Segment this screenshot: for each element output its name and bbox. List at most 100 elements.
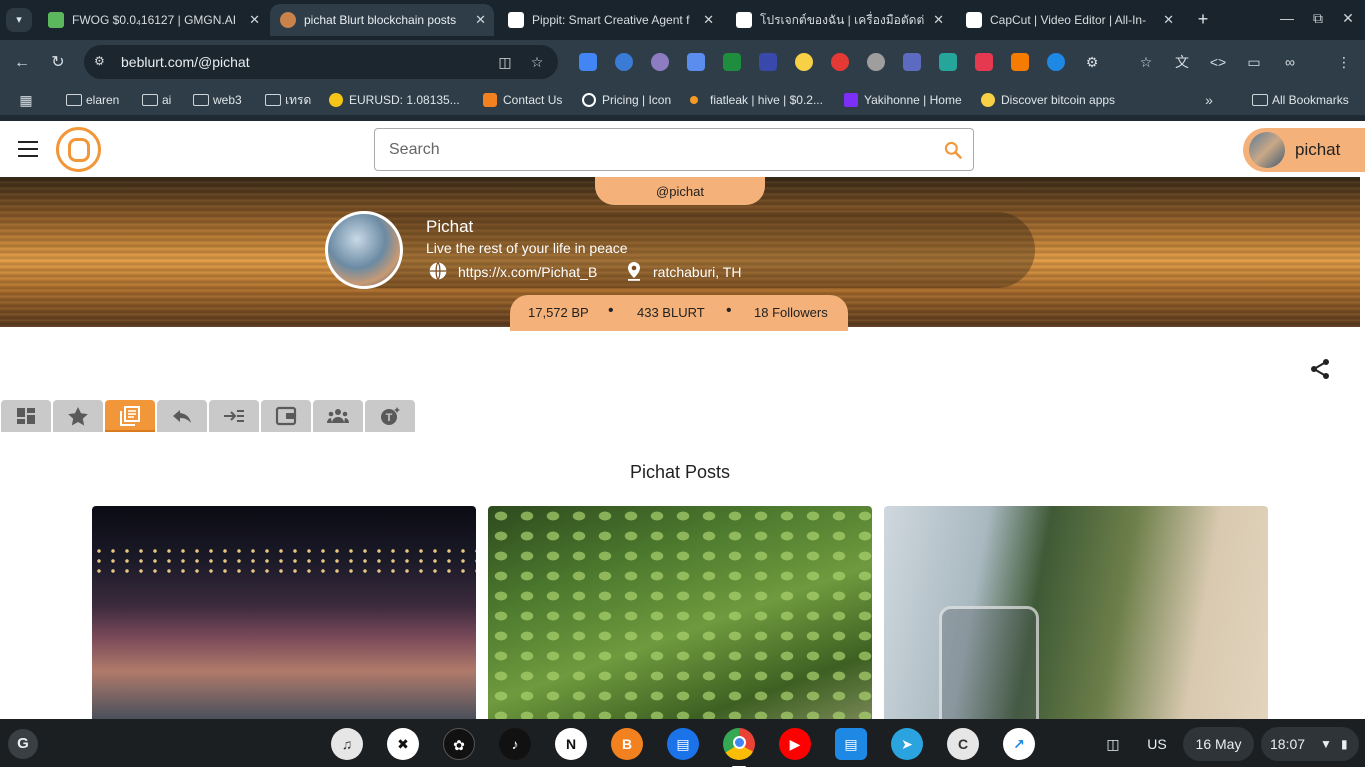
tiktok-icon[interactable]: ♪ bbox=[499, 728, 531, 760]
puzzle-icon[interactable]: ⚙ bbox=[1083, 53, 1101, 71]
tab-capcut[interactable]: CapCut | Video Editor | All-In- ✕ bbox=[956, 4, 1182, 36]
bookmark-link[interactable]: Discover bitcoin apps bbox=[981, 85, 1115, 115]
all-bookmarks-button[interactable]: All Bookmarks bbox=[1252, 85, 1349, 115]
post-card[interactable] bbox=[884, 506, 1268, 719]
tab-wallet[interactable] bbox=[261, 400, 311, 432]
tab-replies[interactable] bbox=[157, 400, 207, 432]
user-menu-button[interactable]: pichat bbox=[1243, 128, 1365, 172]
youtube-icon[interactable]: ▶ bbox=[779, 728, 811, 760]
tab-gmgn[interactable]: FWOG $0.0₄16127 | GMGN.AI ✕ bbox=[38, 4, 268, 36]
extension-icon[interactable] bbox=[831, 53, 849, 71]
reply-icon bbox=[173, 410, 191, 423]
stocks-icon[interactable]: ↗ bbox=[1003, 728, 1035, 760]
status-tray[interactable]: 18:07 ▼ ▮ bbox=[1261, 727, 1359, 761]
close-icon[interactable]: ✕ bbox=[1163, 4, 1174, 36]
bookmark-folder[interactable]: elaren bbox=[66, 85, 119, 115]
site-info-icon[interactable]: ⚙ bbox=[94, 53, 110, 69]
holding-space-icon[interactable]: ◫ bbox=[1098, 727, 1128, 761]
cursor-icon[interactable]: C bbox=[947, 728, 979, 760]
install-app-icon[interactable]: ◫ bbox=[496, 53, 514, 71]
back-icon[interactable]: ← bbox=[11, 52, 33, 74]
post-card[interactable] bbox=[92, 506, 476, 719]
close-window-icon[interactable]: ✕ bbox=[1338, 8, 1358, 28]
files-icon[interactable]: ▤ bbox=[835, 728, 867, 760]
bookmark-folder[interactable]: ai bbox=[142, 85, 171, 115]
keyboard-layout[interactable]: US bbox=[1140, 727, 1174, 761]
tab-dashboard[interactable] bbox=[1, 400, 51, 432]
frog-icon bbox=[48, 12, 64, 28]
minimize-icon[interactable]: — bbox=[1277, 8, 1297, 28]
extension-icon[interactable] bbox=[687, 53, 705, 71]
tab-strip: ▾ FWOG $0.0₄16127 | GMGN.AI ✕ pichat Blu… bbox=[0, 0, 1365, 40]
search-icon[interactable] bbox=[943, 140, 963, 160]
beblurt-logo[interactable] bbox=[56, 127, 101, 172]
notion-icon[interactable]: N bbox=[555, 728, 587, 760]
extension-icon[interactable] bbox=[795, 53, 813, 71]
tab-community[interactable] bbox=[313, 400, 363, 432]
extension-icon[interactable] bbox=[939, 53, 957, 71]
extension-icon[interactable] bbox=[651, 53, 669, 71]
telegram-icon[interactable]: ➤ bbox=[891, 728, 923, 760]
close-icon[interactable]: ✕ bbox=[933, 4, 944, 36]
translate-extension-icon[interactable] bbox=[579, 53, 597, 71]
profile-handle: @pichat bbox=[595, 177, 765, 205]
devices-icon[interactable]: ▭ bbox=[1245, 53, 1263, 71]
bookmark-link[interactable]: Yakihonne | Home bbox=[844, 85, 962, 115]
chevron-double-right-icon[interactable]: » bbox=[1200, 91, 1218, 109]
tab-pichat[interactable]: pichat Blurt blockchain posts ✕ bbox=[270, 4, 494, 36]
icon-site-icon bbox=[582, 93, 596, 107]
news-icon[interactable]: ▤ bbox=[667, 728, 699, 760]
close-icon[interactable]: ✕ bbox=[475, 4, 486, 36]
tab-posts[interactable] bbox=[105, 400, 155, 432]
page: pichat @pichat Pichat Live the rest of y… bbox=[0, 121, 1365, 719]
bookmark-star-icon[interactable]: ☆ bbox=[1137, 53, 1155, 71]
extension-icon[interactable] bbox=[903, 53, 921, 71]
posts-icon bbox=[120, 406, 140, 426]
launcher-button[interactable]: G bbox=[8, 729, 38, 759]
apps-grid-icon[interactable]: ▦ bbox=[17, 91, 35, 109]
capcut-icon bbox=[736, 12, 752, 28]
metamask-icon[interactable] bbox=[1011, 53, 1029, 71]
code-icon[interactable]: <> bbox=[1209, 53, 1227, 71]
extension-icon[interactable] bbox=[615, 53, 633, 71]
bookmark-link[interactable]: fiatleak | hive | $0.2... bbox=[690, 85, 823, 115]
post-card[interactable] bbox=[488, 506, 872, 719]
date-display[interactable]: 16 May bbox=[1183, 727, 1254, 761]
menu-dots-icon[interactable]: ⋮ bbox=[1335, 53, 1353, 71]
close-icon[interactable]: ✕ bbox=[249, 4, 260, 36]
extension-icon[interactable] bbox=[759, 53, 777, 71]
link-icon[interactable]: ∞ bbox=[1281, 53, 1299, 71]
extension-icon[interactable] bbox=[723, 53, 741, 71]
reload-icon[interactable]: ↻ bbox=[47, 52, 69, 74]
tab-pippit[interactable]: Pippit: Smart Creative Agent f ✕ bbox=[498, 4, 722, 36]
chrome-icon[interactable] bbox=[723, 728, 755, 768]
chatgpt-icon[interactable]: ✿ bbox=[443, 728, 475, 760]
tab-capcut-projects[interactable]: โปรเจกต์ของฉัน | เครื่องมือตัดต่อ ✕ bbox=[726, 4, 952, 36]
search-input[interactable] bbox=[389, 129, 929, 170]
tab-activity[interactable] bbox=[209, 400, 259, 432]
bookmark-folder[interactable]: web3 bbox=[193, 85, 242, 115]
profile-website-link[interactable]: https://x.com/Pichat_B bbox=[458, 264, 597, 280]
tab-search-button[interactable]: ▾ bbox=[6, 8, 32, 32]
tab-tokens[interactable]: T bbox=[365, 400, 415, 432]
translate-icon[interactable]: 文 bbox=[1173, 53, 1191, 71]
star-icon[interactable]: ☆ bbox=[528, 53, 546, 71]
apple-music-icon[interactable]: ♫ bbox=[331, 728, 363, 760]
extension-icon[interactable] bbox=[867, 53, 885, 71]
plus-icon[interactable]: + bbox=[1193, 8, 1213, 32]
extension-icon[interactable] bbox=[1047, 53, 1065, 71]
bookmark-folder[interactable]: เทรด bbox=[265, 85, 311, 115]
capcut-icon[interactable]: ✖ bbox=[387, 728, 419, 760]
restore-icon[interactable]: ⧉ bbox=[1308, 8, 1328, 28]
bookmark-link[interactable]: Pricing | Icon bbox=[582, 85, 671, 115]
tab-favorites[interactable] bbox=[53, 400, 103, 432]
hamburger-menu-icon[interactable] bbox=[18, 141, 38, 157]
address-bar[interactable]: ⚙ beblurt.com/@pichat ◫ ☆ bbox=[84, 45, 558, 79]
extension-icon[interactable] bbox=[975, 53, 993, 71]
blogger-icon[interactable]: B bbox=[611, 728, 643, 760]
bookmark-link[interactable]: EURUSD: 1.08135... bbox=[329, 85, 460, 115]
bookmark-link[interactable]: Contact Us bbox=[483, 85, 562, 115]
close-icon[interactable]: ✕ bbox=[703, 4, 714, 36]
stat-followers[interactable]: 18 Followers bbox=[754, 305, 828, 320]
share-icon[interactable] bbox=[1308, 357, 1332, 381]
